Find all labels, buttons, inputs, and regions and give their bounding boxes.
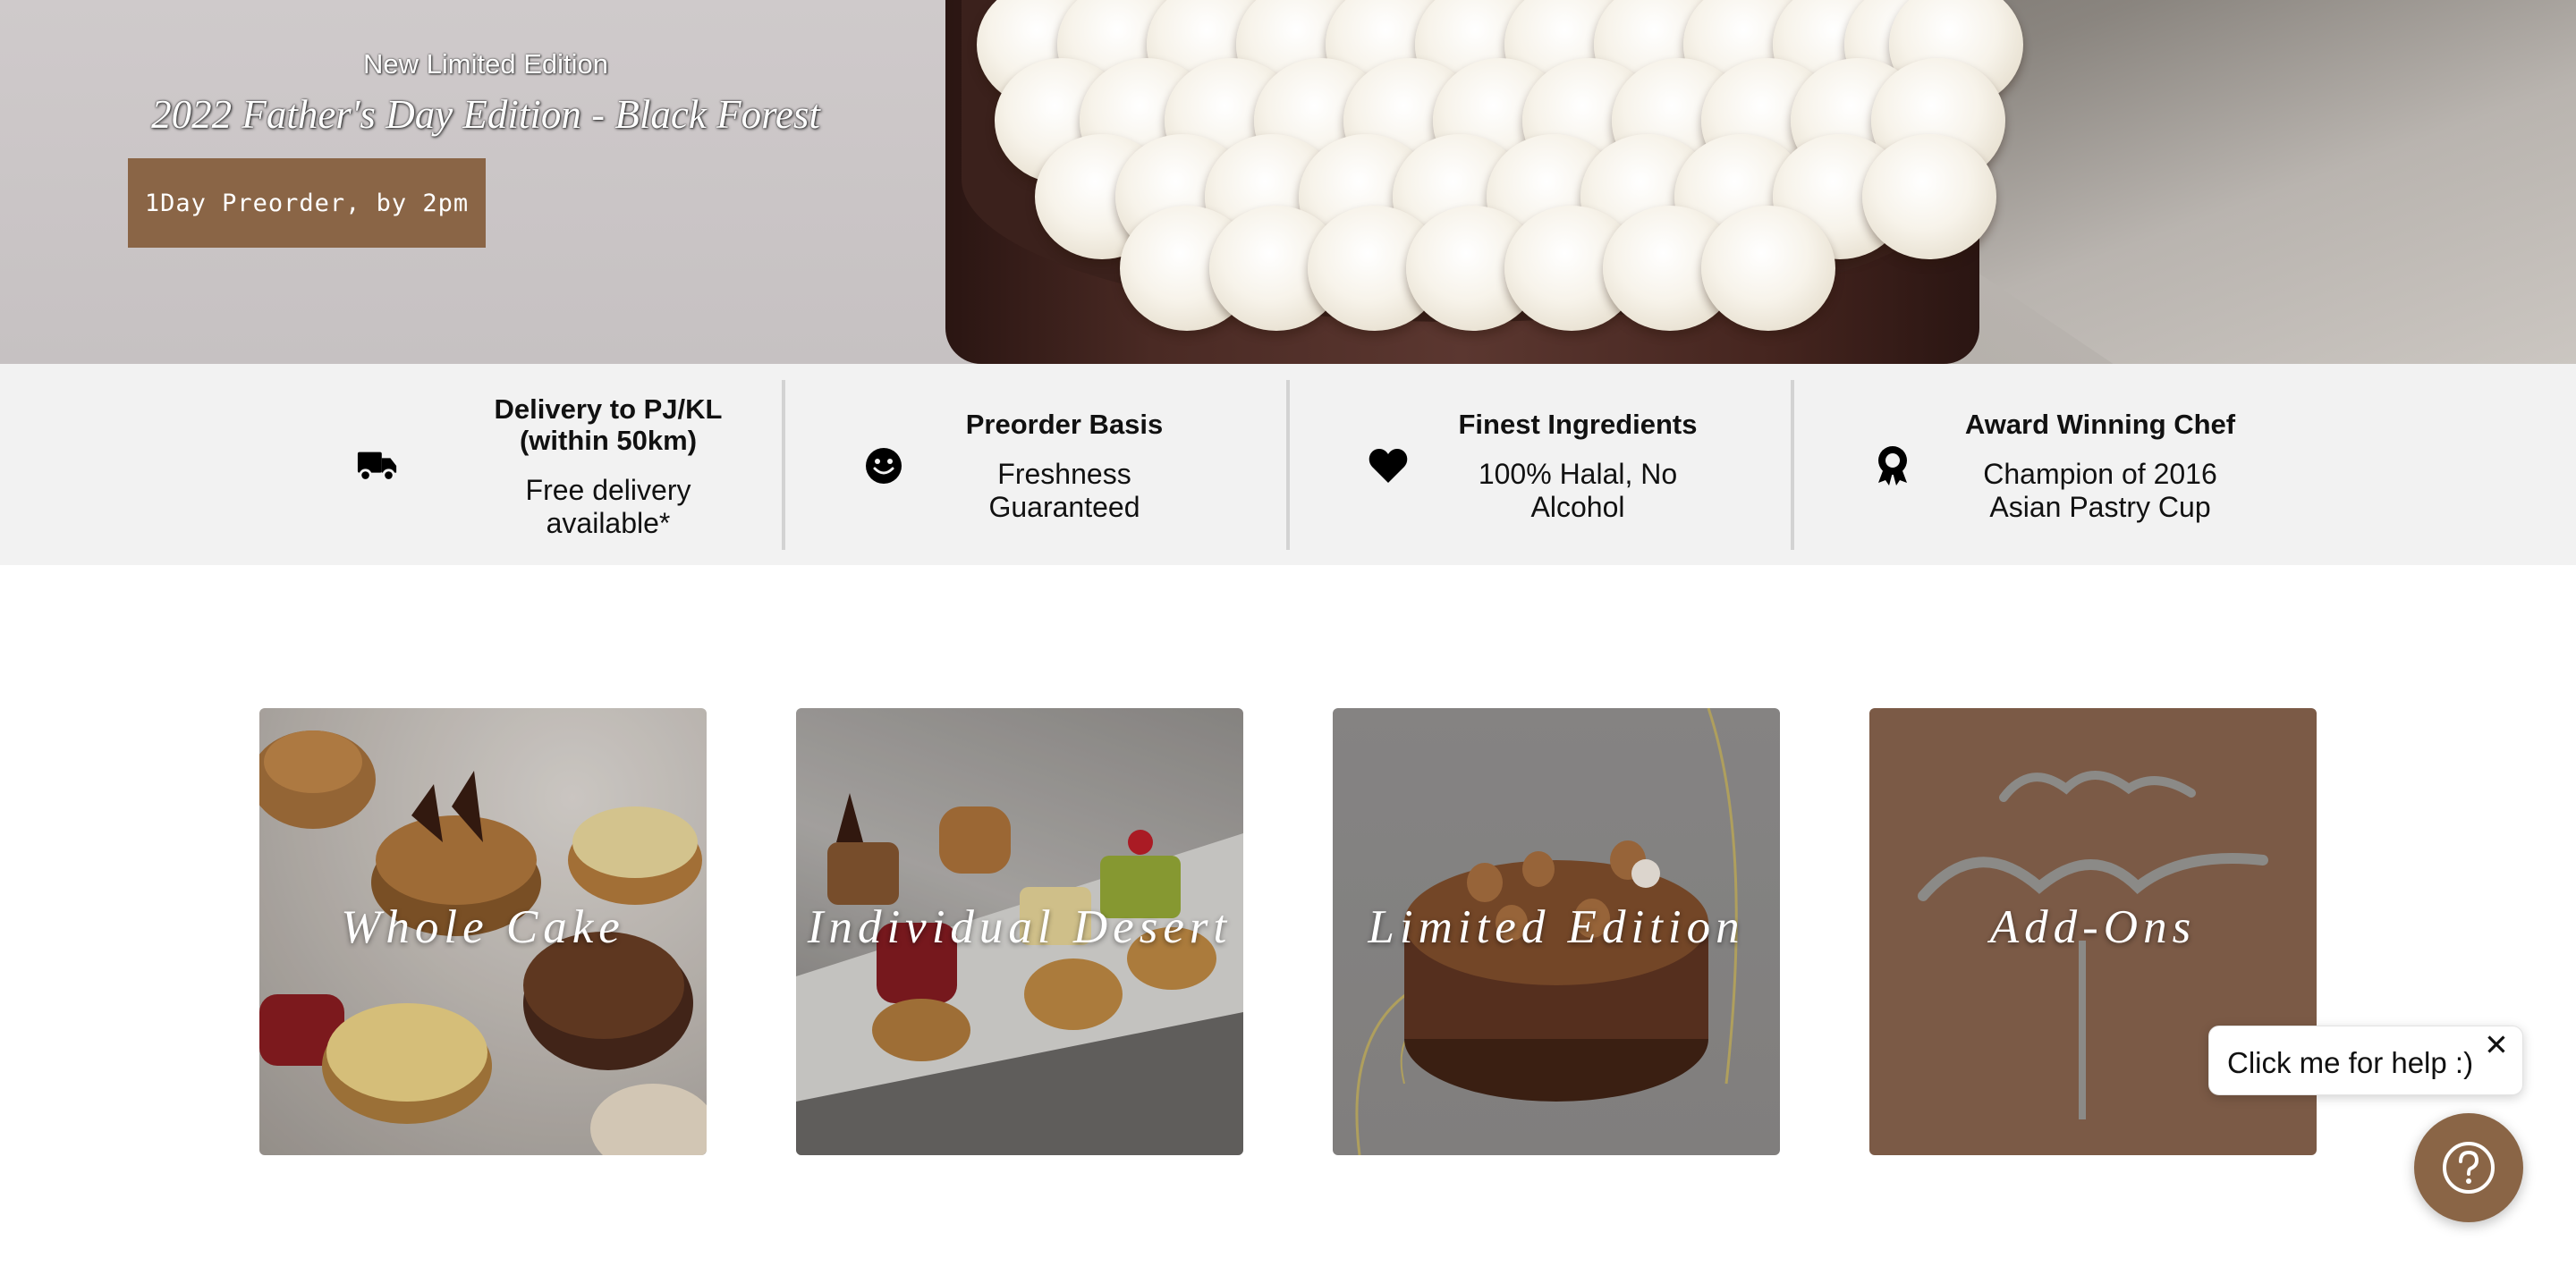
- feature-preorder: Preorder Basis Freshness Guaranteed: [841, 364, 1306, 565]
- help-button[interactable]: [2414, 1113, 2523, 1222]
- hero-title: 2022 Father's Day Edition - Black Forest: [151, 92, 820, 137]
- cream-dollop: [1701, 206, 1835, 331]
- category-individual-desert[interactable]: Individual Desert: [796, 708, 1243, 1155]
- feature-title: Award Winning Chef: [1964, 409, 2236, 440]
- feature-subtitle: Free delivery available*: [525, 474, 691, 539]
- category-label: Limited Edition: [1368, 901, 1745, 953]
- smiley-icon: [862, 444, 905, 487]
- help-bubble[interactable]: Click me for help :): [2208, 1026, 2523, 1095]
- feature-divider: [1286, 380, 1290, 550]
- feature-title: Finest Ingredients: [1458, 409, 1698, 440]
- feature-title: Preorder Basis: [965, 409, 1164, 440]
- feature-ingredients: Finest Ingredients 100% Halal, No Alcoho…: [1345, 364, 1810, 565]
- feature-subtitle: Freshness Guaranteed: [988, 458, 1140, 523]
- preorder-button[interactable]: 1Day Preorder, by 2pm: [128, 158, 486, 248]
- feature-delivery: Delivery to PJ/KL (within 50km) Free del…: [322, 364, 787, 565]
- category-label: Add-Ons: [1989, 901, 2197, 953]
- question-icon: [2443, 1142, 2495, 1194]
- feature-divider: [1791, 380, 1794, 550]
- heart-icon: [1367, 444, 1410, 487]
- hero-banner: New Limited Edition 2022 Father's Day Ed…: [0, 0, 2576, 364]
- feature-subtitle: Champion of 2016 Asian Pastry Cup: [1983, 458, 2217, 523]
- feature-award: Award Winning Chef Champion of 2016 Asia…: [1850, 364, 2315, 565]
- feature-subtitle: 100% Halal, No Alcohol: [1478, 458, 1678, 523]
- category-whole-cake[interactable]: Whole Cake: [259, 708, 707, 1155]
- award-icon: [1871, 444, 1914, 487]
- category-limited-edition[interactable]: Limited Edition: [1333, 708, 1780, 1155]
- category-label: Whole Cake: [341, 901, 625, 953]
- category-label: Individual Desert: [807, 901, 1233, 953]
- feature-title: Delivery to PJ/KL (within 50km): [494, 393, 723, 456]
- truck-icon: [356, 444, 399, 487]
- feature-divider: [782, 380, 785, 550]
- cream-dollop: [1862, 134, 1996, 259]
- hero-kicker: New Limited Edition: [363, 48, 608, 80]
- close-icon[interactable]: ✕: [2479, 1026, 2514, 1062]
